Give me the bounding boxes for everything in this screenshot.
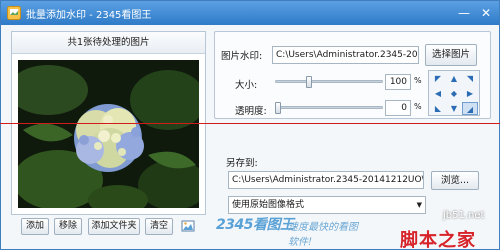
size-value-input[interactable]: 100 (385, 74, 411, 90)
site-watermark: jb51.net (443, 210, 485, 221)
chevron-down-icon: ▼ (416, 201, 422, 209)
opacity-slider[interactable] (275, 106, 383, 109)
pending-count-header: 共1张待处理的图片 (12, 32, 205, 54)
position-center-icon[interactable]: ◆ (446, 87, 462, 100)
image-preview[interactable] (18, 60, 199, 208)
close-icon[interactable]: ✕ (475, 3, 497, 23)
remove-button[interactable]: 移除 (54, 218, 82, 235)
title-bar[interactable]: 批量添加水印 - 2345看图王 — ✕ (1, 1, 499, 25)
size-slider[interactable] (275, 80, 383, 83)
opacity-label: 透明度: (235, 106, 267, 117)
opacity-unit: % (414, 102, 422, 111)
dialog-content: 共1张待处理的图片 添加 移除 添加文件夹 清空 图片水印: C:\Users\… (1, 25, 499, 249)
clear-button[interactable]: 清空 (145, 218, 173, 235)
window-title: 批量添加水印 - 2345看图王 (26, 10, 152, 21)
brand-logo: 2345看图王 (216, 217, 294, 233)
brand-slogan: 速度最快的看图软件! (288, 222, 358, 248)
dialog-window: 批量添加水印 - 2345看图王 — ✕ 共1张待处理的图片 添加 移除 添加文… (0, 0, 500, 250)
position-top-left-icon[interactable]: ◤ (430, 72, 446, 85)
position-bottom-left-icon[interactable]: ◣ (430, 102, 446, 115)
position-middle-left-icon[interactable]: ◀ (430, 87, 446, 100)
red-divider-line (0, 123, 500, 124)
choose-image-button[interactable]: 选择图片 (425, 44, 477, 66)
cn-watermark: 脚本之家 (400, 230, 476, 250)
watermark-settings-group: 图片水印: C:\Users\Administrator.2345-2014 选… (214, 31, 491, 119)
watermark-path-field[interactable]: C:\Users\Administrator.2345-2014 (272, 46, 419, 64)
size-unit: % (414, 76, 422, 85)
position-middle-right-icon[interactable]: ▶ (462, 87, 478, 100)
opacity-value-input[interactable]: 0 (385, 100, 411, 116)
watermark-image-label: 图片水印: (221, 51, 263, 62)
image-icon[interactable] (181, 219, 195, 233)
brand-area: 2345看图王 速度最快的看图软件! (216, 212, 366, 248)
position-top-right-icon[interactable]: ◥ (462, 72, 478, 85)
position-bottom-right-icon[interactable]: ◢ (462, 102, 478, 115)
position-top-center-icon[interactable]: ▲ (446, 72, 462, 85)
add-button[interactable]: 添加 (21, 218, 49, 235)
save-path-field[interactable]: C:\Users\Administrator.2345-20141212UO\D… (228, 171, 424, 189)
minimize-icon[interactable]: — (453, 3, 475, 23)
format-select-value: 使用原始图像格式 (232, 200, 305, 210)
size-slider-thumb[interactable] (305, 76, 312, 88)
add-folder-button[interactable]: 添加文件夹 (88, 218, 140, 235)
browse-button[interactable]: 浏览... (431, 171, 479, 190)
save-to-label: 另存到: (226, 158, 258, 169)
position-bottom-center-icon[interactable]: ▼ (446, 102, 462, 115)
app-icon (7, 6, 21, 20)
opacity-slider-thumb[interactable] (275, 102, 281, 114)
size-label: 大小: (235, 80, 258, 91)
position-grid: ◤ ▲ ◥ ◀ ◆ ▶ ◣ ▼ ◢ (428, 70, 480, 116)
